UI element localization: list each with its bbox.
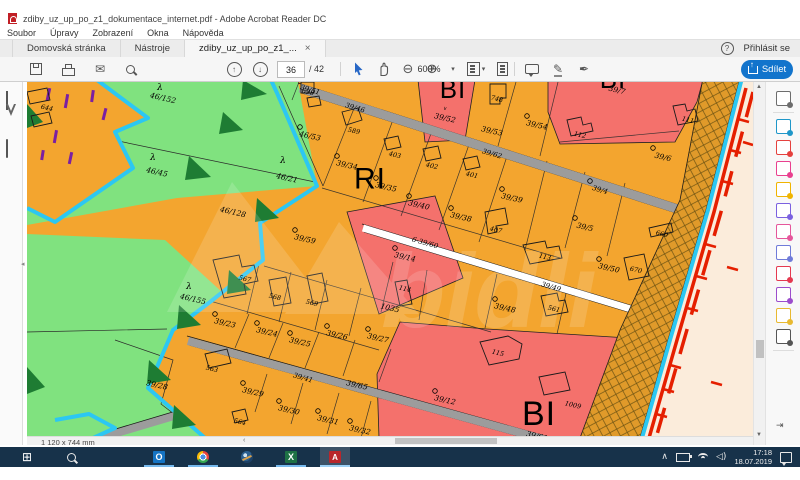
create-pdf-icon[interactable] (766, 137, 800, 158)
panel-collapse-icon[interactable]: ◂ (21, 260, 25, 268)
taskbar-start-icon[interactable]: ⊞ (12, 447, 42, 467)
screen: { "window": { "title": "zdiby_uz_up_po_z… (0, 0, 800, 480)
vertical-scrollbar[interactable]: ▲ ▼ (753, 82, 765, 445)
scroll-down-icon[interactable]: ▼ (756, 432, 762, 438)
map-label-BI: BI (440, 82, 467, 104)
volume-icon[interactable]: ◁) (716, 452, 726, 462)
select-tool-icon[interactable] (348, 60, 368, 78)
page-number-input[interactable]: 36 (277, 61, 305, 78)
scroll-up-icon[interactable]: ▲ (756, 84, 762, 90)
bookmarks-icon[interactable] (6, 116, 16, 134)
map-label--: λ (279, 156, 286, 166)
comment-icon[interactable] (522, 60, 542, 78)
panel-expand-icon[interactable]: ⇥ (776, 420, 784, 431)
stamp-icon[interactable] (766, 305, 800, 326)
taskbar-outlook-icon[interactable]: O (144, 447, 174, 467)
hand-tool-icon[interactable] (374, 60, 394, 78)
page-count-label: / 42 (309, 64, 324, 74)
save-icon[interactable] (26, 60, 46, 78)
certificates-icon[interactable] (766, 284, 800, 305)
share-icon (748, 66, 758, 74)
taskbar-app-globe-icon[interactable] (232, 447, 262, 467)
menu-item-4[interactable]: Nápověda (183, 28, 224, 38)
more-tools-icon[interactable] (766, 326, 800, 347)
menu-item-2[interactable]: Zobrazení (93, 28, 134, 38)
export-pdf-icon[interactable] (766, 116, 800, 137)
help-icon[interactable]: ? (721, 42, 734, 55)
combine-files-icon[interactable] (766, 200, 800, 221)
battery-icon[interactable] (676, 453, 690, 462)
tab-1[interactable]: Nástroje (121, 40, 185, 57)
map-label-RI: RI (354, 163, 386, 196)
window-title: zdiby_uz_up_po_z1_dokumentace_internet.p… (23, 14, 326, 24)
print-icon[interactable] (58, 60, 78, 78)
action-center-icon[interactable] (780, 452, 792, 463)
clock[interactable]: 17:18 18.07.2019 (734, 448, 772, 467)
search-tools-icon[interactable] (766, 88, 800, 109)
comment-icon[interactable] (766, 179, 800, 200)
previous-page-icon[interactable]: ↑ (224, 60, 244, 78)
pdf-page-map[interactable]: bidli RIBIBIBI46/15246/4546/2146/12846/1… (27, 82, 753, 436)
tray-date: 18.07.2019 (734, 457, 772, 466)
taskbar-acrobat-icon[interactable]: A (320, 447, 350, 467)
attachments-icon[interactable] (6, 140, 8, 158)
menu-item-1[interactable]: Úpravy (50, 28, 79, 38)
tools-panel: ⇥ (765, 82, 800, 445)
taskbar-search-icon[interactable] (56, 447, 86, 467)
horizontal-scroll-thumb[interactable] (395, 438, 497, 444)
map-label-BI: BI (522, 395, 556, 433)
tab-0[interactable]: Domovská stránka (12, 40, 121, 57)
compress-pdf-icon[interactable] (766, 263, 800, 284)
protect-icon[interactable] (766, 242, 800, 263)
map-label--: λ (156, 83, 163, 93)
tray-chevron-icon[interactable]: ∧ (661, 452, 668, 462)
taskbar: ⊞ O XA ∧ ◁) 17:18 18.07.2019 (0, 447, 800, 467)
fill-and-sign-icon[interactable] (766, 221, 800, 242)
sign-pen-icon[interactable]: ✒ (574, 60, 594, 78)
map-label--: λ (185, 282, 192, 292)
horizontal-scrollbar[interactable]: 1 120 x 744 mm ‹ (27, 436, 753, 445)
menu-bar: Soubor Úpravy Zobrazení Okna Nápověda (0, 26, 800, 39)
left-sidebar (0, 82, 23, 445)
zoom-level-value[interactable]: 600% (414, 64, 444, 74)
menu-item-3[interactable]: Okna (147, 28, 169, 38)
page-fit-icon[interactable]: ▾ (466, 60, 486, 78)
tab-close-icon[interactable]: × (305, 43, 311, 54)
title-bar: zdiby_uz_up_po_z1_dokumentace_internet.p… (0, 0, 800, 26)
page-scroll-mode-icon[interactable] (492, 60, 512, 78)
pdf-file-icon (8, 13, 17, 24)
wifi-icon[interactable] (698, 453, 708, 461)
page-size-indicator: 1 120 x 744 mm (41, 438, 95, 447)
vertical-scroll-thumb[interactable] (756, 340, 764, 358)
main-toolbar: ✉ ↑ ↓ 36 / 42 ⊖ ⊕ 600% ▾ ▾ ✎ ✒ Sdílet (0, 57, 800, 82)
tray-time: 17:18 (734, 448, 772, 457)
taskbar-file-explorer-icon[interactable] (100, 447, 130, 467)
share-button[interactable]: Sdílet (741, 60, 793, 79)
zoom-dropdown-icon[interactable]: ▾ (443, 60, 463, 78)
tab-bar: Domovská stránkaNástrojezdiby_uz_up_po_z… (0, 39, 800, 57)
taskbar-excel-icon[interactable]: X (276, 447, 306, 467)
search-icon[interactable] (120, 60, 140, 78)
map-label--: λ (149, 153, 156, 163)
tab-2[interactable]: zdiby_uz_up_po_z1_...× (185, 40, 326, 57)
next-page-icon[interactable]: ↓ (250, 60, 270, 78)
svg-text:bidli: bidli (381, 233, 599, 350)
edit-pdf-icon[interactable] (766, 158, 800, 179)
menu-item-0[interactable]: Soubor (7, 28, 36, 38)
sign-in-link[interactable]: Přihlásit se (744, 43, 790, 54)
scroll-left-icon[interactable]: ‹ (243, 437, 245, 444)
system-tray: ∧ ◁) 17:18 18.07.2019 (661, 447, 800, 467)
pencil-icon[interactable]: ✎ (548, 60, 568, 78)
taskbar-chrome-icon[interactable] (188, 447, 218, 467)
email-icon[interactable]: ✉ (90, 60, 110, 78)
